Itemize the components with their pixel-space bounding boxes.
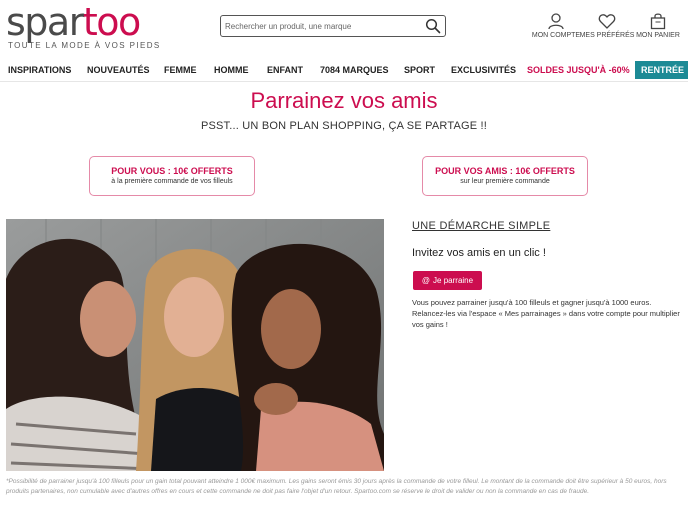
section-heading: UNE DÉMARCHE SIMPLE [412,220,551,232]
nav-item-femme[interactable]: FEMME [164,65,197,75]
referral-info-line-2: Relancez-les via l'espace « Mes parraina… [412,309,680,329]
cart-link[interactable]: MON PANIER [628,12,688,39]
nav-item-marques[interactable]: 7084 MARQUES [320,65,389,75]
search-box [220,15,446,37]
account-label: MON COMPTE [531,32,581,39]
favorites-label: MES PRÉFÉRÉS [579,32,635,39]
heart-icon [598,14,616,29]
offer-box-you: POUR VOUS : 10€ OFFERTS à la première co… [89,156,255,196]
offer-title: POUR VOS AMIS : 10€ OFFERTS [435,166,575,176]
invite-text: Invitez vos amis en un clic ! [412,247,546,259]
search-input[interactable] [221,16,417,37]
friends-photo [6,219,384,471]
site-header: spartoo TOUTE LA MODE À VOS PIEDS MON CO… [0,0,688,58]
nav-item-rentree[interactable]: RENTRÉE [635,61,688,79]
logo-tagline: TOUTE LA MODE À VOS PIEDS [8,41,161,50]
page-title: Parrainez vos amis [250,88,438,113]
offer-subtitle: à la première commande de vos filleuls [111,178,233,185]
logo-wordmark: spartoo [6,0,141,44]
nav-item-homme[interactable]: HOMME [214,65,249,75]
legal-footnote: *Possibilité de parrainer jusqu'à 100 fi… [6,478,667,495]
offer-title: POUR VOUS : 10€ OFFERTS [111,166,233,176]
at-icon: @ [421,276,431,285]
nav-item-nouveautes[interactable]: NOUVEAUTÉS [87,65,150,75]
offer-subtitle: sur leur première commande [460,178,550,185]
referral-info: Vous pouvez parrainer jusqu'à 100 filleu… [412,297,682,330]
logo[interactable]: spartoo TOUTE LA MODE À VOS PIEDS [6,2,161,50]
nav-item-enfant[interactable]: ENFANT [267,65,303,75]
nav-item-sport[interactable]: SPORT [404,65,435,75]
search-icon[interactable] [425,18,441,34]
nav-item-exclusivites[interactable]: EXCLUSIVITÉS [451,65,516,75]
page-subtitle: PSST... UN BON PLAN SHOPPING, ÇA SE PART… [200,120,488,132]
user-icon [548,13,564,30]
nav-item-inspirations[interactable]: INSPIRATIONS [8,65,71,75]
bag-icon [650,13,666,30]
nav-item-soldes[interactable]: SOLDES JUSQU'À -60% [527,65,630,75]
cart-label: MON PANIER [636,32,680,39]
offer-box-friends: POUR VOS AMIS : 10€ OFFERTS sur leur pre… [422,156,588,196]
referral-info-line-1: Vous pouvez parrainer jusqu'à 100 filleu… [412,298,652,307]
friends-photo-illustration [6,219,384,471]
main-nav: INSPIRATIONS NOUVEAUTÉS FEMME HOMME ENFA… [0,60,688,82]
je-parraine-label: Je parraine [433,276,474,285]
je-parraine-button[interactable]: @ Je parraine [413,271,482,290]
